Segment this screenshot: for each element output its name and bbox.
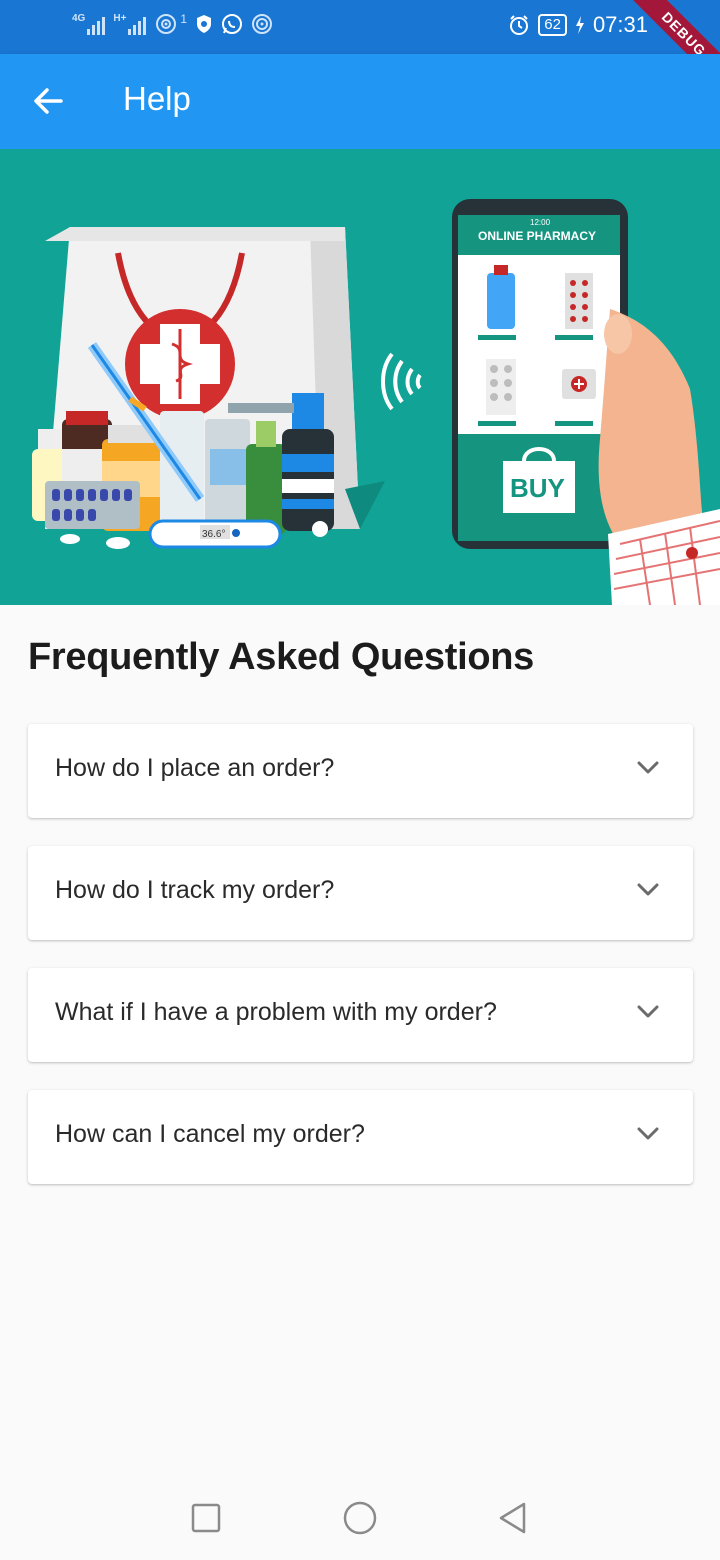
app-bar: Help <box>0 54 720 149</box>
buy-label: BUY <box>510 473 565 503</box>
status-bar: 4G H+ 1 62 07:31 DEBUG <box>0 0 720 92</box>
square-icon <box>191 1503 221 1533</box>
chevron-down-icon[interactable] <box>637 1127 659 1141</box>
recents-button[interactable] <box>186 1498 226 1538</box>
faq-heading: Frequently Asked Questions <box>28 636 535 678</box>
hero-illustration: 36.6° 12:00 ONLINE PHARMACY BUY <box>0 149 720 605</box>
broadcast-icon <box>252 14 273 34</box>
pharmacy-label: ONLINE PHARMACY <box>478 229 596 243</box>
arrow-left-icon <box>34 88 63 114</box>
triangle-back-icon <box>499 1502 526 1534</box>
page-title: Help <box>123 80 191 117</box>
faq-item-cancel-order[interactable]: How can I cancel my order? <box>28 1090 693 1184</box>
chevron-down-icon[interactable] <box>637 761 659 775</box>
pharmacy-illustration: 36.6° 12:00 ONLINE PHARMACY BUY <box>32 199 720 605</box>
status-icons-left: 4G H+ 1 <box>72 12 273 36</box>
network-type-label: 4G <box>72 13 86 24</box>
faq-item-place-order[interactable]: How do I place an order? <box>28 724 693 818</box>
battery-indicator: 62 <box>538 14 567 36</box>
network-type-label-2: H+ <box>113 13 127 24</box>
alarm-icon <box>510 15 529 35</box>
faq-question: How do I track my order? <box>55 876 335 904</box>
wireless-signal-icon <box>381 352 422 411</box>
chevron-down-icon[interactable] <box>637 883 659 897</box>
faq-question: How can I cancel my order? <box>55 1120 365 1148</box>
home-button[interactable] <box>340 1498 380 1538</box>
faq-question: How do I place an order? <box>55 754 335 782</box>
faq-question: What if I have a problem with my order? <box>55 998 497 1026</box>
sim-badge: 1 <box>180 12 188 26</box>
hand-image <box>598 309 720 605</box>
chevron-down-icon[interactable] <box>637 1005 659 1019</box>
back-button[interactable] <box>26 79 70 123</box>
shield-icon <box>197 15 212 33</box>
thermometer-reading: 36.6° <box>202 529 225 540</box>
hotspot-icon <box>156 14 177 34</box>
phone-time: 12:00 <box>530 218 551 227</box>
faq-item-track-order[interactable]: How do I track my order? <box>28 846 693 940</box>
signal-icon-sim2: H+ <box>113 13 147 35</box>
system-nav-bar <box>0 1476 720 1560</box>
circle-icon <box>343 1501 377 1535</box>
faq-list: How do I place an order? How do I track … <box>28 724 693 1212</box>
whatsapp-icon <box>222 14 243 34</box>
faq-item-order-problem[interactable]: What if I have a problem with my order? <box>28 968 693 1062</box>
charging-icon <box>575 16 584 34</box>
signal-icon-sim1: 4G <box>72 13 106 35</box>
back-nav-button[interactable] <box>492 1498 532 1538</box>
